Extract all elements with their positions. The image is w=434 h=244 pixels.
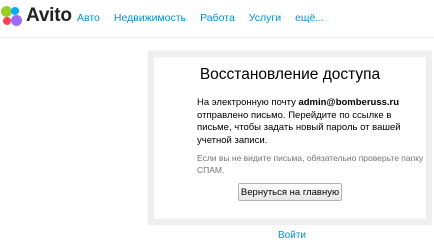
logo-dot-purple [11, 15, 22, 26]
logo-dot-blue [11, 7, 19, 15]
nav-item-more[interactable]: ещё... [295, 12, 324, 24]
recovery-title: Восстановление доступа [199, 66, 381, 83]
logo-dot-red [3, 17, 11, 25]
avito-logo[interactable]: Avito [0, 4, 72, 28]
login-link[interactable]: Войти [278, 230, 306, 241]
avito-logo-icon [1, 5, 23, 27]
page: Avito Авто Недвижимость Работа Услуги ещ… [0, 0, 434, 244]
main-nav: Авто Недвижимость Работа Услуги ещё... [77, 12, 338, 24]
recovery-email: admin@bomberuss.ru [298, 97, 400, 108]
recovery-card: Восстановление доступа На электронную по… [154, 57, 426, 219]
nav-item-real-estate[interactable]: Недвижимость [114, 12, 186, 24]
nav-item-services[interactable]: Услуги [249, 12, 281, 24]
spam-note: Если вы не видите письма, обязательно пр… [197, 153, 424, 175]
recovery-message: На электронную почту admin@bomberuss.ru … [197, 97, 425, 147]
message-text-after: отправлено письмо. Перейдите по ссылке в… [197, 109, 401, 146]
nav-item-auto[interactable]: Авто [77, 12, 100, 24]
return-home-button[interactable]: Вернуться на главную [238, 183, 342, 201]
message-text-before: На электронную почту [197, 97, 299, 108]
header: Avito Авто Недвижимость Работа Услуги ещ… [0, 0, 434, 38]
nav-item-jobs[interactable]: Работа [200, 12, 235, 24]
logo-text: Avito [26, 5, 72, 26]
header-divider [0, 37, 434, 38]
